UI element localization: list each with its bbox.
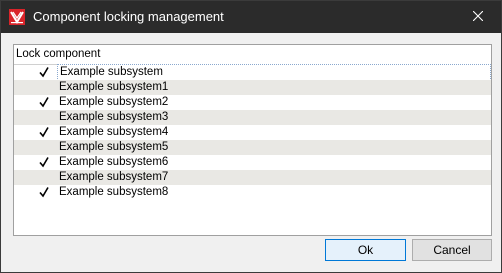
list-item[interactable]: Example subsystem3 (14, 110, 491, 125)
logo-icon (9, 9, 25, 25)
list-item-label: Example subsystem2 (59, 96, 169, 108)
list-item[interactable]: Example subsystem (14, 64, 491, 81)
window-title: Component locking management (33, 9, 224, 24)
close-button[interactable] (455, 1, 501, 33)
list-item-label: Example subsystem7 (59, 171, 169, 183)
list-item[interactable]: Example subsystem6 (14, 155, 491, 170)
lock-checkbox[interactable] (37, 95, 51, 110)
lock-checkbox[interactable] (37, 80, 51, 95)
list-item[interactable]: Example subsystem8 (14, 185, 491, 200)
list-item[interactable]: Example subsystem5 (14, 140, 491, 155)
checkmark-icon (39, 127, 49, 138)
list-item[interactable]: Example subsystem1 (14, 80, 491, 95)
column-header-label: Lock component (16, 48, 101, 60)
lock-checkbox[interactable] (37, 140, 51, 155)
dialog-window: Component locking management Lock compon… (0, 0, 502, 273)
list-item-label: Example subsystem3 (59, 111, 169, 123)
close-icon (472, 10, 484, 24)
list-rows: Example subsystem Example subsystem1 Examp… (14, 64, 491, 200)
checkmark-icon (39, 187, 49, 198)
checkmark-icon (39, 67, 49, 78)
list-item-label: Example subsystem8 (59, 186, 169, 198)
checkmark-icon (39, 97, 49, 108)
list-item[interactable]: Example subsystem2 (14, 95, 491, 110)
lock-checkbox[interactable] (37, 170, 51, 185)
column-header[interactable]: Lock component (14, 45, 491, 65)
list-item-label: Example subsystem5 (59, 141, 169, 153)
list-item-label: Example subsystem6 (59, 156, 169, 168)
lock-checkbox[interactable] (37, 110, 51, 125)
list-item-label: Example subsystem1 (59, 81, 169, 93)
lock-checkbox[interactable] (37, 125, 51, 140)
ok-button[interactable]: Ok (325, 239, 406, 261)
list-item[interactable]: Example subsystem4 (14, 125, 491, 140)
title-bar[interactable]: Component locking management (1, 1, 501, 33)
component-list[interactable]: Lock component Example subsystem Example … (13, 44, 492, 236)
list-item[interactable]: Example subsystem7 (14, 170, 491, 185)
checkmark-icon (39, 157, 49, 168)
list-item-label: Example subsystem (57, 64, 491, 81)
cancel-button[interactable]: Cancel (412, 239, 492, 261)
lock-checkbox[interactable] (37, 155, 51, 170)
lock-checkbox[interactable] (37, 65, 51, 80)
list-item-label: Example subsystem4 (59, 126, 169, 138)
lock-checkbox[interactable] (37, 185, 51, 200)
